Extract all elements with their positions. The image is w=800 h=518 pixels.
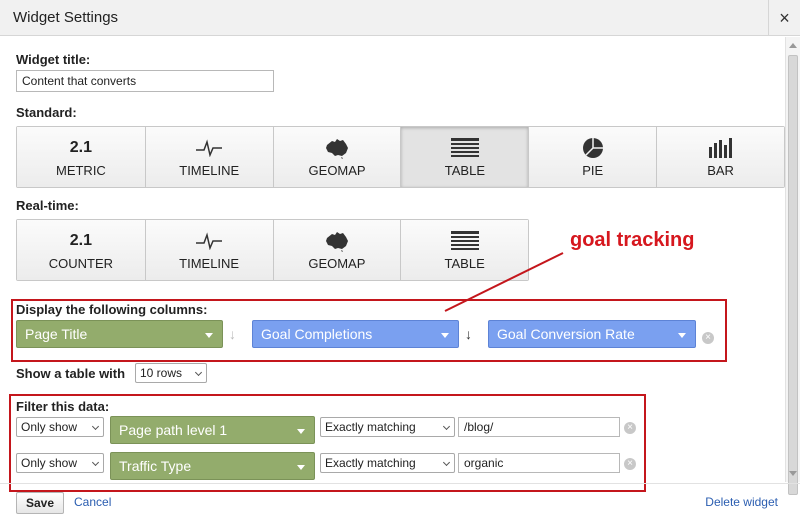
filter-match-select[interactable]: Exactly matching <box>320 417 455 437</box>
chevron-down-icon <box>205 333 213 338</box>
filter-dimension-label: Page path level 1 <box>119 422 228 438</box>
filter-mode-select[interactable]: Only show <box>16 453 104 473</box>
chevron-down-icon <box>441 333 449 338</box>
remove-filter-icon[interactable]: × <box>624 422 636 434</box>
rows-select[interactable]: 10 rows <box>135 363 207 383</box>
column-page-title-label: Page Title <box>25 326 88 342</box>
save-button[interactable]: Save <box>16 492 64 514</box>
filter-value-input[interactable] <box>458 417 620 437</box>
remove-column-icon[interactable]: × <box>702 332 714 344</box>
sort-arrow-icon[interactable]: ↓ <box>229 326 236 342</box>
column-page-title[interactable]: Page Title <box>16 320 223 348</box>
chevron-down-icon <box>91 458 100 467</box>
delete-widget-link[interactable]: Delete widget <box>705 495 778 509</box>
chevron-down-icon <box>297 429 305 434</box>
filter-mode-select[interactable]: Only show <box>16 417 104 437</box>
chevron-down-icon <box>194 368 203 377</box>
chevron-down-icon <box>442 422 451 431</box>
filter-label: Filter this data: <box>16 399 110 414</box>
column-goal-completions[interactable]: Goal Completions <box>252 320 459 348</box>
filter-match-select[interactable]: Exactly matching <box>320 453 455 473</box>
rows-select-value: 10 rows <box>140 366 183 380</box>
rows-label: Show a table with <box>16 366 126 381</box>
filter-match-value: Exactly matching <box>325 456 416 470</box>
columns-label: Display the following columns: <box>16 302 208 317</box>
column-goal-conversion-rate[interactable]: Goal Conversion Rate <box>488 320 696 348</box>
filter-dimension-label: Traffic Type <box>119 458 192 474</box>
chevron-down-icon <box>297 465 305 470</box>
sort-arrow-icon[interactable]: ↓ <box>465 326 472 342</box>
chevron-down-icon <box>678 333 686 338</box>
chevron-down-icon <box>91 422 100 431</box>
filter-dimension-select[interactable]: Page path level 1 <box>110 416 315 444</box>
filter-dimension-select[interactable]: Traffic Type <box>110 452 315 480</box>
filter-match-value: Exactly matching <box>325 420 416 434</box>
remove-filter-icon[interactable]: × <box>624 458 636 470</box>
chevron-down-icon <box>442 458 451 467</box>
filter-mode-value: Only show <box>21 420 78 434</box>
filter-mode-value: Only show <box>21 456 78 470</box>
column-goal-completions-label: Goal Completions <box>261 326 373 342</box>
filter-value-input[interactable] <box>458 453 620 473</box>
column-goal-conversion-rate-label: Goal Conversion Rate <box>497 326 635 342</box>
dialog-footer: Save Cancel Delete widget <box>0 483 800 518</box>
cancel-link[interactable]: Cancel <box>74 495 111 509</box>
